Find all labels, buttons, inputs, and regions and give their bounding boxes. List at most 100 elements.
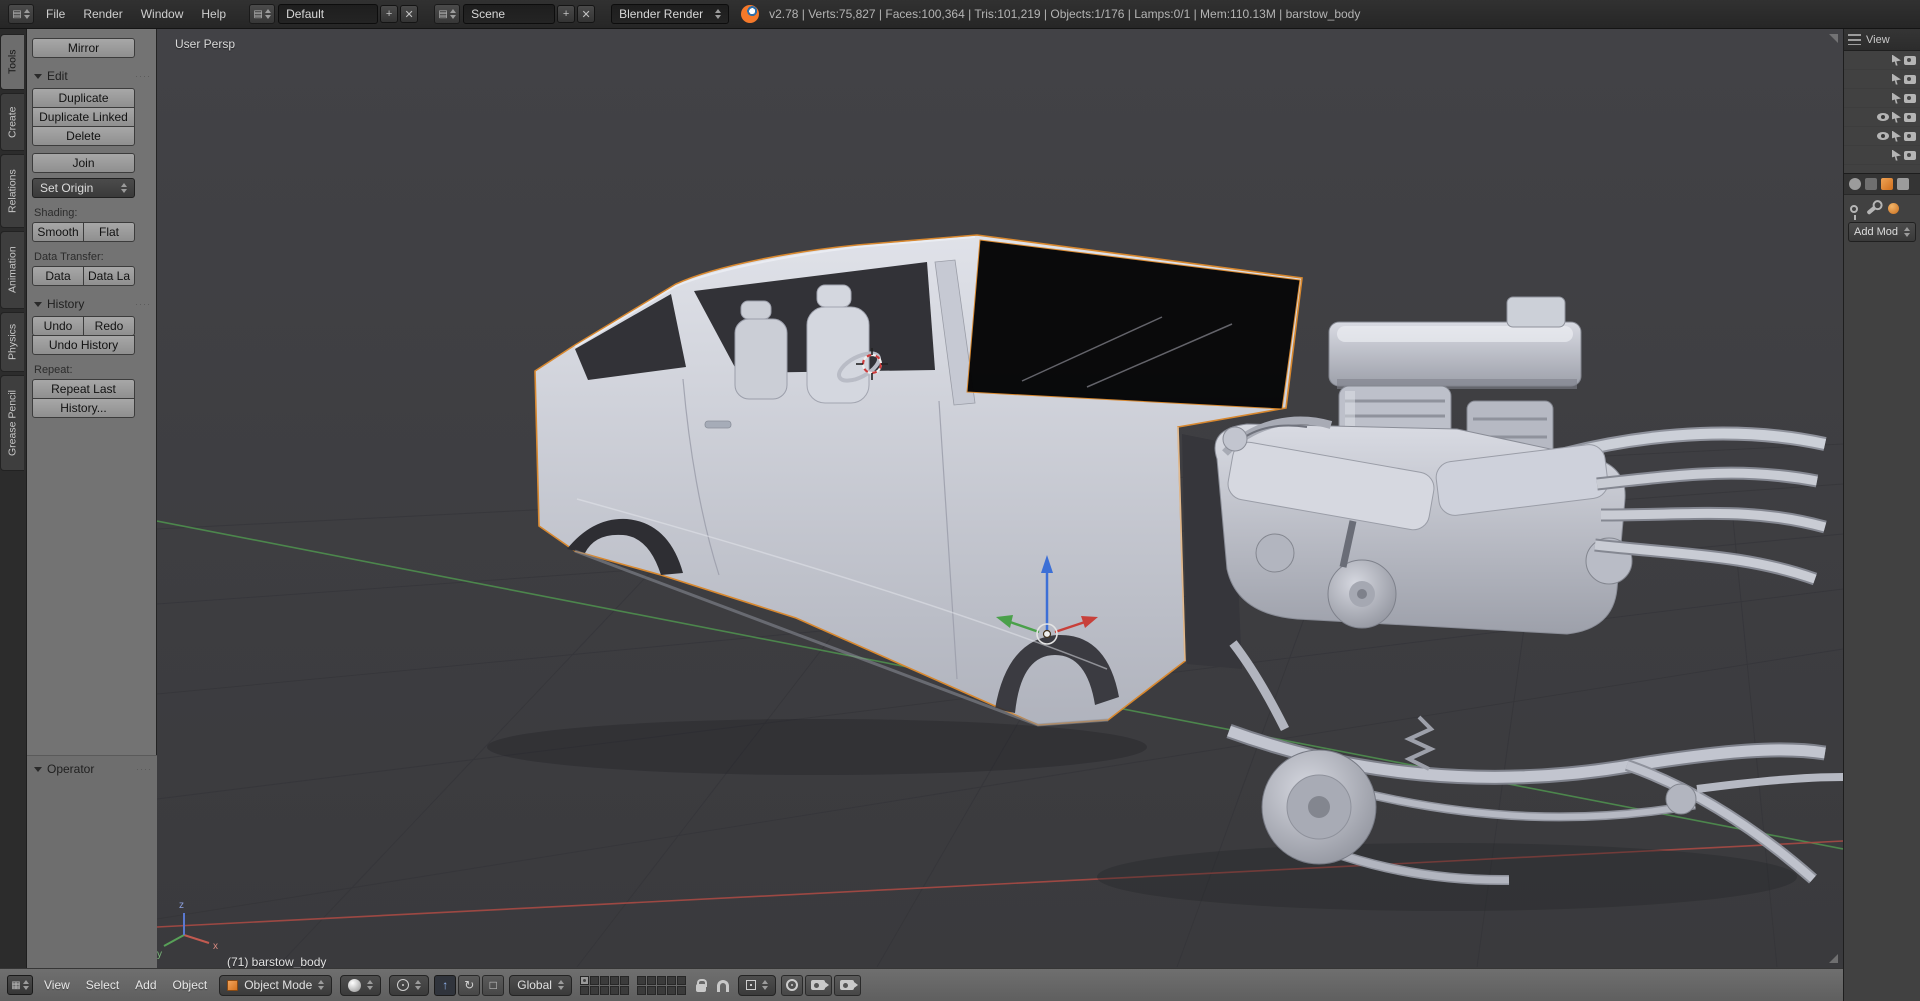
duplicate-linked-button[interactable]: Duplicate Linked xyxy=(32,107,135,127)
tab-grease-pencil[interactable]: Grease Pencil xyxy=(0,375,24,471)
layer-cell[interactable] xyxy=(620,986,629,995)
properties-tab-object-icon[interactable] xyxy=(1881,178,1893,190)
tab-create[interactable]: Create xyxy=(0,93,24,151)
data-layout-button[interactable]: Data La xyxy=(83,266,135,286)
close-scene-button[interactable]: ✕ xyxy=(577,5,595,23)
menu-view[interactable]: View xyxy=(36,978,78,992)
layer-cell[interactable] xyxy=(647,976,656,985)
properties-tab-scene-icon[interactable] xyxy=(1865,178,1877,190)
material-sphere-icon[interactable] xyxy=(1888,203,1899,214)
restrict-select-icon[interactable] xyxy=(1892,131,1901,142)
tab-tools[interactable]: Tools xyxy=(0,34,24,90)
pivot-point-select[interactable] xyxy=(389,975,429,996)
proportional-edit-toggle[interactable] xyxy=(781,975,803,996)
layer-cell[interactable] xyxy=(620,976,629,985)
layer-cell[interactable] xyxy=(667,986,676,995)
outliner-row[interactable] xyxy=(1844,70,1920,89)
restrict-render-icon[interactable] xyxy=(1904,151,1916,160)
panel-grip-icon[interactable] xyxy=(135,71,151,81)
lock-icon[interactable] xyxy=(696,984,706,992)
panel-grip-icon[interactable] xyxy=(135,299,151,309)
restrict-render-icon[interactable] xyxy=(1904,56,1916,65)
wrench-icon[interactable] xyxy=(1866,202,1879,214)
opengl-render-anim-button[interactable] xyxy=(834,975,861,996)
manipulator-scale-toggle[interactable]: □ xyxy=(482,975,504,996)
menu-help[interactable]: Help xyxy=(192,0,235,29)
delete-button[interactable]: Delete xyxy=(32,126,135,146)
transform-orientation-select[interactable]: Global xyxy=(509,975,572,996)
outliner-row[interactable] xyxy=(1844,89,1920,108)
panel-grip-icon[interactable] xyxy=(136,764,152,774)
viewport-shading-select[interactable] xyxy=(340,975,381,996)
snap-magnet-icon[interactable] xyxy=(717,980,729,992)
restrict-render-icon[interactable] xyxy=(1904,75,1916,84)
edit-panel-header[interactable]: Edit xyxy=(32,69,156,83)
restrict-render-icon[interactable] xyxy=(1904,94,1916,103)
layer-cell[interactable] xyxy=(610,986,619,995)
manipulator-translate-toggle[interactable]: ↑ xyxy=(434,975,456,996)
flat-button[interactable]: Flat xyxy=(83,222,135,242)
restrict-render-icon[interactable] xyxy=(1904,113,1916,122)
layer-cell[interactable] xyxy=(647,986,656,995)
join-button[interactable]: Join xyxy=(32,153,135,173)
layer-cell[interactable] xyxy=(637,986,646,995)
history-more-button[interactable]: History... xyxy=(32,398,135,418)
undo-button[interactable]: Undo xyxy=(32,316,84,336)
screen-layout-browse-button[interactable] xyxy=(249,4,275,24)
redo-button[interactable]: Redo xyxy=(83,316,135,336)
restrict-view-icon[interactable] xyxy=(1877,113,1889,121)
layer-cell[interactable] xyxy=(677,986,686,995)
menu-add[interactable]: Add xyxy=(127,978,164,992)
history-panel-header[interactable]: History xyxy=(32,297,156,311)
outliner-row[interactable] xyxy=(1844,146,1920,165)
layer-cell[interactable] xyxy=(600,986,609,995)
outliner-row[interactable] xyxy=(1844,127,1920,146)
pin-icon[interactable] xyxy=(1850,205,1858,213)
outliner-row[interactable] xyxy=(1844,108,1920,127)
layer-cell[interactable] xyxy=(590,986,599,995)
repeat-last-button[interactable]: Repeat Last xyxy=(32,379,135,399)
menu-window[interactable]: Window xyxy=(132,0,193,29)
restrict-render-icon[interactable] xyxy=(1904,132,1916,141)
restrict-select-icon[interactable] xyxy=(1892,150,1901,161)
viewport-3d[interactable]: x y z User Persp (71) barstow_body xyxy=(157,29,1843,968)
restrict-select-icon[interactable] xyxy=(1892,93,1901,104)
smooth-button[interactable]: Smooth xyxy=(32,222,84,242)
opengl-render-button[interactable] xyxy=(805,975,832,996)
scene-field[interactable]: Scene xyxy=(463,4,555,24)
properties-tab-modifiers-icon[interactable] xyxy=(1897,178,1909,190)
viewport-canvas[interactable]: x y z xyxy=(157,29,1843,968)
tab-animation[interactable]: Animation xyxy=(0,231,24,309)
restrict-select-icon[interactable] xyxy=(1892,55,1901,66)
set-origin-menu[interactable]: Set Origin xyxy=(32,178,135,198)
layer-cell[interactable] xyxy=(667,976,676,985)
layer-cell[interactable] xyxy=(580,976,589,985)
outliner-view-menu[interactable]: View xyxy=(1866,34,1890,46)
region-resize-handle[interactable] xyxy=(1829,34,1838,43)
properties-tab-render-icon[interactable] xyxy=(1849,178,1861,190)
add-scene-button[interactable]: + xyxy=(557,5,575,23)
menu-render[interactable]: Render xyxy=(74,0,131,29)
scene-browse-button[interactable] xyxy=(434,4,460,24)
layer-cell[interactable] xyxy=(637,976,646,985)
layer-cell[interactable] xyxy=(580,986,589,995)
menu-object[interactable]: Object xyxy=(165,978,216,992)
layer-cell[interactable] xyxy=(657,986,666,995)
add-layout-button[interactable]: + xyxy=(380,5,398,23)
screen-layout-field[interactable]: Default xyxy=(278,4,378,24)
outliner-row[interactable] xyxy=(1844,51,1920,70)
undo-history-button[interactable]: Undo History xyxy=(32,335,135,355)
menu-select[interactable]: Select xyxy=(78,978,127,992)
layer-cell[interactable] xyxy=(610,976,619,985)
close-layout-button[interactable]: ✕ xyxy=(400,5,418,23)
editor-type-button-info[interactable] xyxy=(8,4,34,24)
tab-physics[interactable]: Physics xyxy=(0,312,24,372)
snap-element-select[interactable] xyxy=(738,975,776,996)
manipulator-rotate-toggle[interactable]: ↻ xyxy=(458,975,480,996)
tab-relations[interactable]: Relations xyxy=(0,154,24,228)
menu-file[interactable]: File xyxy=(37,0,74,29)
layer-cell[interactable] xyxy=(600,976,609,985)
editor-type-button-3dview[interactable] xyxy=(7,975,33,995)
region-resize-handle[interactable] xyxy=(1829,954,1838,963)
restrict-select-icon[interactable] xyxy=(1892,74,1901,85)
